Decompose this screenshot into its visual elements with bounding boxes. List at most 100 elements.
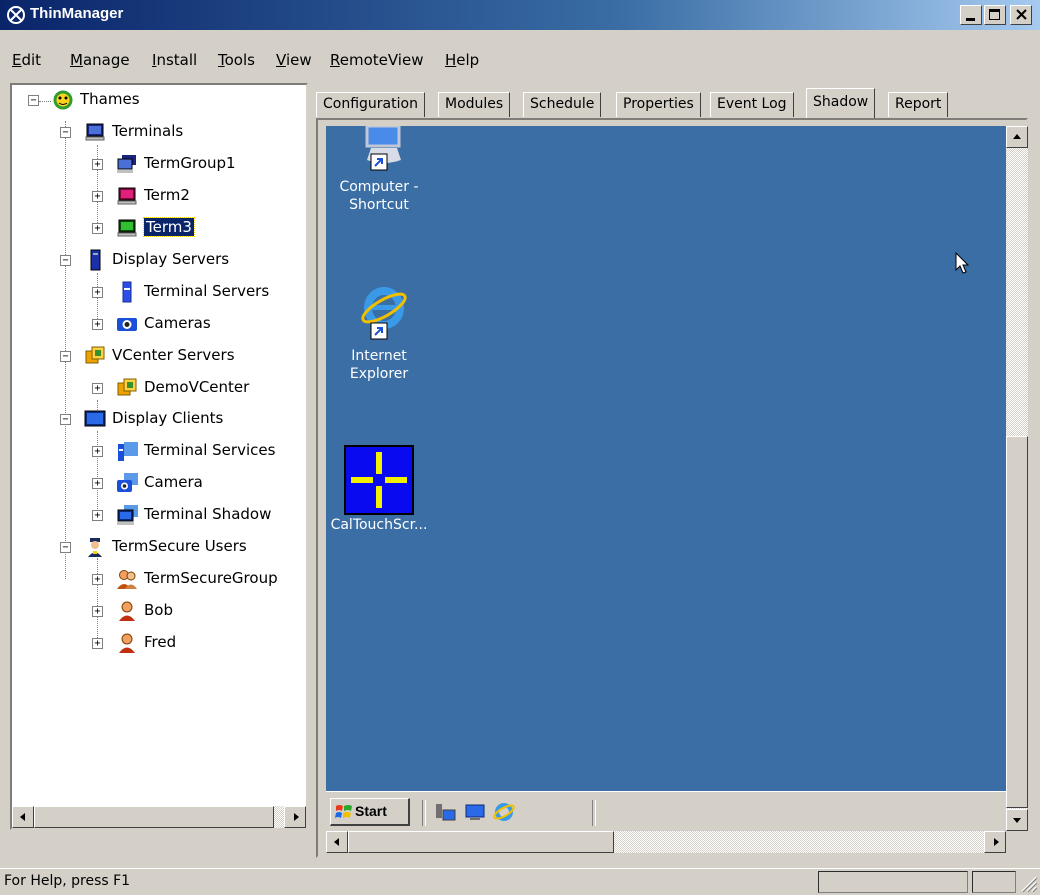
scroll-up-button[interactable] [1006,126,1028,148]
desktop-icon-computer[interactable]: Computer - Shortcut [326,126,434,214]
tree-node-termsecuregroup[interactable]: + TermSecureGroup [12,568,302,592]
shadow-horizontal-scrollbar[interactable] [326,831,1006,853]
desktop-icon-label: Internet [351,348,407,364]
scroll-thumb[interactable] [348,831,614,853]
scroll-down-button[interactable] [1006,809,1028,831]
tree-node-terminal-servers[interactable]: + Terminal Servers [12,281,302,305]
desktop-icon-label: CalTouchScr... [330,517,428,533]
menu-remoteview[interactable]: RemoteView [330,51,423,69]
expand-icon[interactable]: + [92,638,103,649]
tab-strip: Configuration Modules Schedule Propertie… [316,88,1016,118]
scroll-left-button[interactable] [12,806,34,828]
tab-report[interactable]: Report [888,92,949,117]
start-button[interactable]: Start [330,798,410,826]
tree-label: Display Clients [112,409,224,427]
tab-modules[interactable]: Modules [438,92,511,117]
expand-icon[interactable]: + [92,223,103,234]
tree-label: TermGroup1 [144,154,236,172]
menu-install[interactable]: Install [152,51,197,69]
collapse-icon[interactable]: − [60,127,71,138]
tree-node-vcenter-servers[interactable]: − VCenter Servers [12,345,302,369]
expand-icon[interactable]: + [92,574,103,585]
tree-view[interactable]: − Thames − Terminals + TermGroup1 + Term… [10,83,308,830]
scroll-left-button[interactable] [326,831,348,853]
scroll-thumb[interactable] [34,806,274,828]
tree-node-demovcenter[interactable]: + DemoVCenter [12,377,302,401]
tree-node-cameras[interactable]: + Cameras [12,313,302,337]
show-desktop-icon[interactable] [434,802,456,822]
desktop-shortcut-icon[interactable] [464,802,486,822]
tree-label: TermSecureGroup [144,569,278,587]
remote-taskbar: Start [326,791,1006,832]
collapse-icon[interactable]: − [60,351,71,362]
close-button[interactable] [1010,5,1032,25]
scroll-right-button[interactable] [284,806,306,828]
menu-help[interactable]: Help [445,51,479,69]
menu-bar: Edit Manage Install Tools View RemoteVie… [0,47,1040,77]
menu-view[interactable]: View [276,51,312,69]
collapse-icon[interactable]: − [60,414,71,425]
collapse-icon[interactable]: − [60,255,71,266]
expand-icon[interactable]: + [92,319,103,330]
tree-node-termsecure-users[interactable]: − TermSecure Users [12,536,302,560]
resize-grip-icon[interactable] [1018,873,1038,893]
tab-configuration[interactable]: Configuration [316,92,425,117]
tree-label: Terminal Services [144,441,276,459]
tree-node-terminal-services[interactable]: + Terminal Services [12,440,302,464]
menu-tools[interactable]: Tools [218,51,255,69]
expand-icon[interactable]: + [92,478,103,489]
terminal-icon [117,219,137,237]
collapse-icon[interactable]: − [28,95,39,106]
tab-event-log[interactable]: Event Log [710,92,794,117]
tree-node-bob[interactable]: + Bob [12,600,302,624]
computer-shortcut-icon [365,126,401,171]
tab-schedule[interactable]: Schedule [523,92,602,117]
shadow-vertical-scrollbar[interactable] [1006,126,1028,831]
terminal-icon [85,123,105,141]
shadow-desktop[interactable]: Computer - Shortcut Internet Explorer Ca… [326,126,1006,791]
menu-edit[interactable]: Edit [12,51,41,69]
tab-properties[interactable]: Properties [616,92,701,117]
expand-icon[interactable]: + [92,510,103,521]
tree-label: DemoVCenter [144,378,250,396]
tree-node-display-clients[interactable]: − Display Clients [12,408,302,432]
menu-manage[interactable]: Manage [70,51,130,69]
tree-node-terminal-shadow[interactable]: + Terminal Shadow [12,504,302,528]
desktop-icon-label: Computer - [339,179,419,195]
tree-label: Bob [144,601,173,619]
maximize-button[interactable] [984,5,1006,25]
tree-node-term3[interactable]: + Term3 [12,217,302,241]
expand-icon[interactable]: + [92,287,103,298]
tree-node-termgroup1[interactable]: + TermGroup1 [12,153,302,177]
vcenter-icon [85,346,105,364]
tree-horizontal-scrollbar[interactable] [12,806,306,828]
collapse-icon[interactable]: − [60,542,71,553]
expand-icon[interactable]: + [92,606,103,617]
tree-node-term2[interactable]: + Term2 [12,185,302,209]
arrow-down-icon [1013,818,1021,823]
internet-explorer-icon[interactable] [492,800,516,824]
terminal-services-icon [118,442,138,461]
tab-shadow[interactable]: Shadow [806,88,876,118]
expand-icon[interactable]: + [92,383,103,394]
tree-label: Terminal Shadow [144,505,272,523]
desktop-icon-internet-explorer[interactable]: Internet Explorer [326,281,434,383]
expand-icon[interactable]: + [92,191,103,202]
scroll-right-button[interactable] [984,831,1006,853]
minimize-button[interactable] [960,5,982,25]
tree-node-camera[interactable]: + Camera [12,472,302,496]
expand-icon[interactable]: + [92,446,103,457]
status-panel [972,871,1016,893]
scroll-thumb[interactable] [1006,436,1028,808]
terminal-shadow-icon [117,505,138,525]
tree-node-display-servers[interactable]: − Display Servers [12,249,302,273]
tree-label: Camera [144,473,203,491]
tree-node-thames[interactable]: − Thames [12,89,302,113]
status-panel [818,871,968,893]
tree-node-fred[interactable]: + Fred [12,632,302,656]
tree-label: Terminal Servers [144,282,270,300]
expand-icon[interactable]: + [92,159,103,170]
tree-node-terminals[interactable]: − Terminals [12,121,302,145]
desktop-icon-caltouch[interactable]: CalTouchScr... [326,444,434,534]
camera-icon [117,318,137,331]
